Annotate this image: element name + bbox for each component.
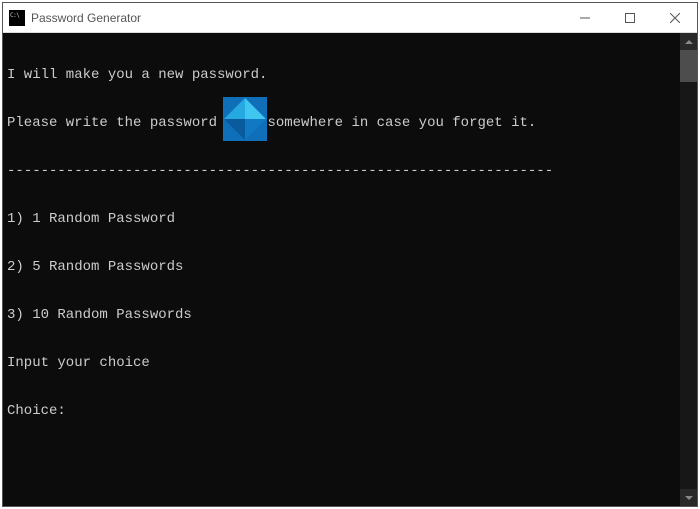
- vertical-scrollbar[interactable]: [680, 33, 697, 506]
- console-line: 2) 5 Random Passwords: [7, 259, 676, 275]
- window-controls: [562, 3, 697, 32]
- console-line: 1) 1 Random Password: [7, 211, 676, 227]
- scroll-thumb[interactable]: [680, 50, 697, 82]
- minimize-button[interactable]: [562, 3, 607, 32]
- watermark-logo-icon: [223, 97, 267, 141]
- window-title: Password Generator: [31, 11, 562, 25]
- console-line: Please write the password down somewhere…: [7, 115, 676, 131]
- app-window: Password Generator I will make you a new…: [2, 2, 698, 507]
- client-area: I will make you a new password. Please w…: [3, 33, 697, 506]
- scroll-up-button[interactable]: [680, 33, 697, 50]
- console-output[interactable]: I will make you a new password. Please w…: [3, 33, 680, 506]
- titlebar[interactable]: Password Generator: [3, 3, 697, 33]
- close-button[interactable]: [652, 3, 697, 32]
- console-line: Choice:: [7, 403, 676, 419]
- console-line: 3) 10 Random Passwords: [7, 307, 676, 323]
- console-line: Input your choice: [7, 355, 676, 371]
- scroll-track[interactable]: [680, 50, 697, 489]
- maximize-button[interactable]: [607, 3, 652, 32]
- cmd-icon: [9, 10, 25, 26]
- scroll-down-button[interactable]: [680, 489, 697, 506]
- console-line: ----------------------------------------…: [7, 163, 676, 179]
- console-line: I will make you a new password.: [7, 67, 676, 83]
